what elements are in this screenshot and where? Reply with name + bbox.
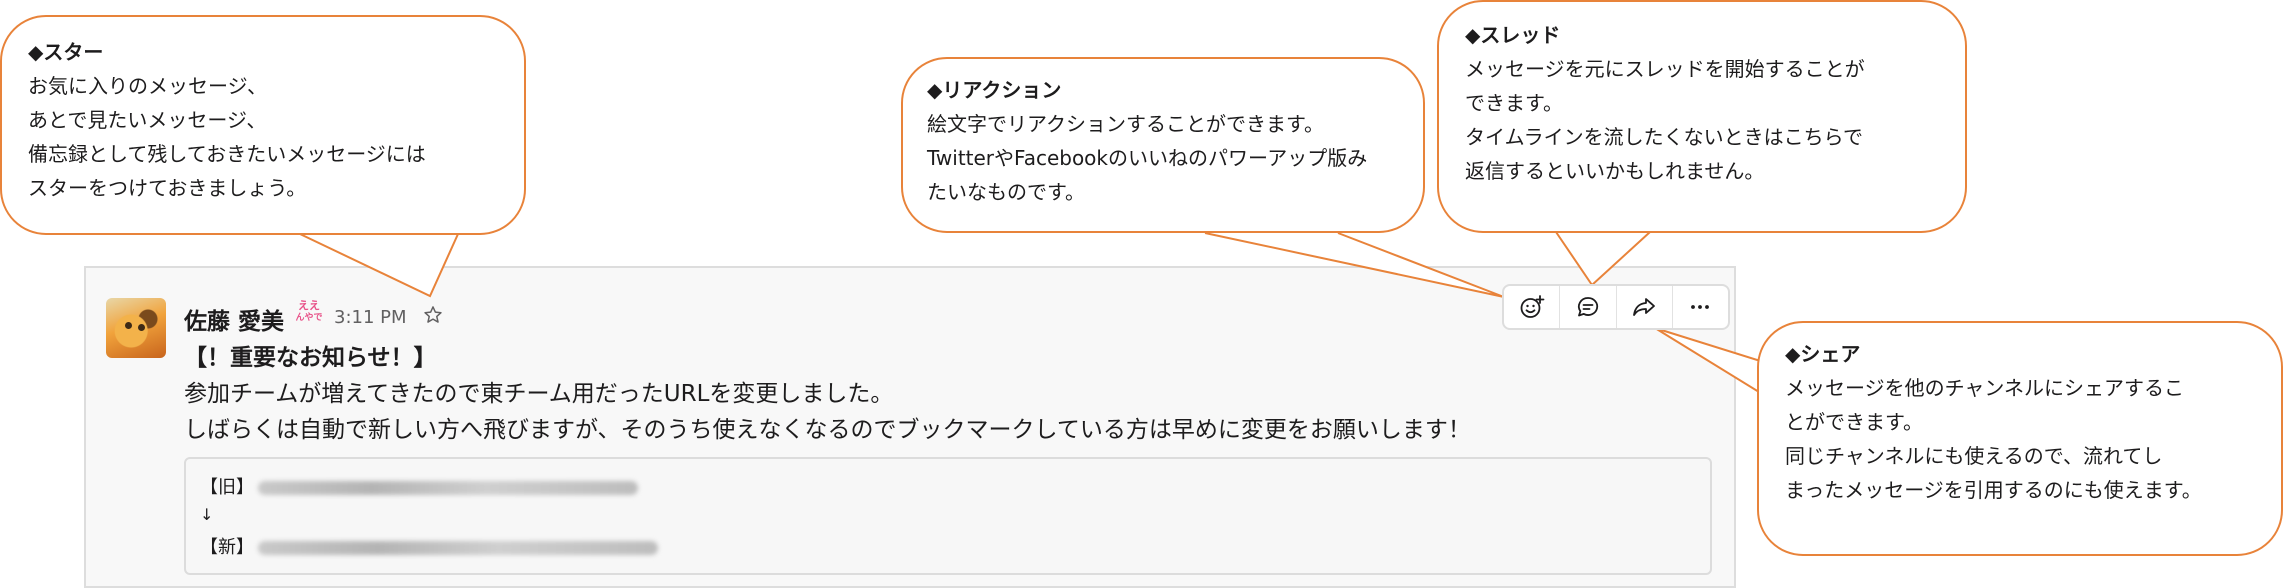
new-url-blurred <box>258 541 658 555</box>
new-url-label: 【新】 <box>200 537 254 558</box>
status-emoji[interactable]: ええ んやで <box>294 300 324 324</box>
reaction-callout-line: 絵文字でリアクションすることができます。 <box>927 112 1324 136</box>
share-icon <box>1633 298 1656 316</box>
thread-callout-line: できます。 <box>1465 91 1563 115</box>
reply-in-thread-button[interactable] <box>1560 286 1617 328</box>
thread-callout: ◆スレッド メッセージを元にスレッドを開始することが できます。 タイムラインを… <box>1437 0 1967 233</box>
reaction-callout-title: ◆リアクション <box>927 78 1062 102</box>
star-callout-line: スターをつけておきましょう。 <box>28 176 307 200</box>
star-callout-title: ◆スター <box>28 40 104 64</box>
reaction-callout-line: TwitterやFacebookのいいねのパワーアップ版み <box>927 146 1368 170</box>
star-icon[interactable] <box>422 304 444 326</box>
star-callout-line: 備忘録として残しておきたいメッセージには <box>28 142 426 166</box>
message-text-line: しばらくは自動で新しい方へ飛びますが、そのうち使えなくなるのでブックマークしてい… <box>184 417 1471 443</box>
share-callout: ◆シェア メッセージを他のチャンネルにシェアするこ とができます。 同じチャンネ… <box>1757 321 2283 556</box>
more-icon <box>1691 305 1710 309</box>
share-callout-line: メッセージを他のチャンネルにシェアするこ <box>1785 376 2184 400</box>
thread-callout-line: タイムラインを流したくないときはこちらで <box>1465 125 1863 149</box>
more-actions-button[interactable] <box>1673 286 1728 328</box>
share-callout-line: まったメッセージを引用するのにも使えます。 <box>1785 478 2202 502</box>
message-headline: 【！重要なお知らせ！】 <box>184 345 437 371</box>
author-name[interactable]: 佐藤 愛美 <box>184 302 284 336</box>
new-url-line: 【新】 <box>200 533 658 559</box>
share-callout-line: 同じチャンネルにも使えるので、流れてし <box>1785 444 2163 468</box>
share-callout-title: ◆シェア <box>1785 342 1861 366</box>
add-reaction-icon <box>1520 295 1545 318</box>
status-emoji-line1: ええ <box>298 299 320 312</box>
share-message-button[interactable] <box>1617 286 1673 328</box>
thread-icon <box>1577 297 1598 317</box>
star-callout-line: あとで見たいメッセージ、 <box>28 108 267 132</box>
old-url-line: 【旧】 <box>200 473 638 499</box>
message-actions-toolbar <box>1502 284 1730 330</box>
quoted-block: 【旧】 ↓ 【新】 <box>184 457 1712 575</box>
old-url-label: 【旧】 <box>200 477 254 498</box>
timestamp[interactable]: 3:11 PM <box>334 307 407 328</box>
reaction-callout-line: たいなものです。 <box>927 180 1085 204</box>
arrow-line: ↓ <box>200 505 214 524</box>
star-callout: ◆スター お気に入りのメッセージ、 あとで見たいメッセージ、 備忘録として残して… <box>0 15 526 235</box>
share-callout-line: とができます。 <box>1785 410 1923 434</box>
old-url-blurred <box>258 481 638 495</box>
thread-callout-title: ◆スレッド <box>1465 23 1561 47</box>
status-emoji-line2: んやで <box>295 313 323 323</box>
thread-callout-line: 返信するといいかもしれません。 <box>1465 159 1765 183</box>
avatar[interactable] <box>106 298 166 358</box>
message-text-line: 参加チームが増えてきたので東チーム用だったURLを変更しました。 <box>184 381 894 407</box>
add-reaction-button[interactable] <box>1504 286 1561 328</box>
thread-callout-line: メッセージを元にスレッドを開始することが <box>1465 57 1865 81</box>
star-callout-line: お気に入りのメッセージ、 <box>28 74 267 98</box>
message[interactable]: 佐藤 愛美 ええ んやで 3:11 PM 【！重要なお知らせ！】 参加チームが増… <box>84 266 1736 588</box>
reaction-callout: ◆リアクション 絵文字でリアクションすることができます。 TwitterやFac… <box>901 57 1425 233</box>
